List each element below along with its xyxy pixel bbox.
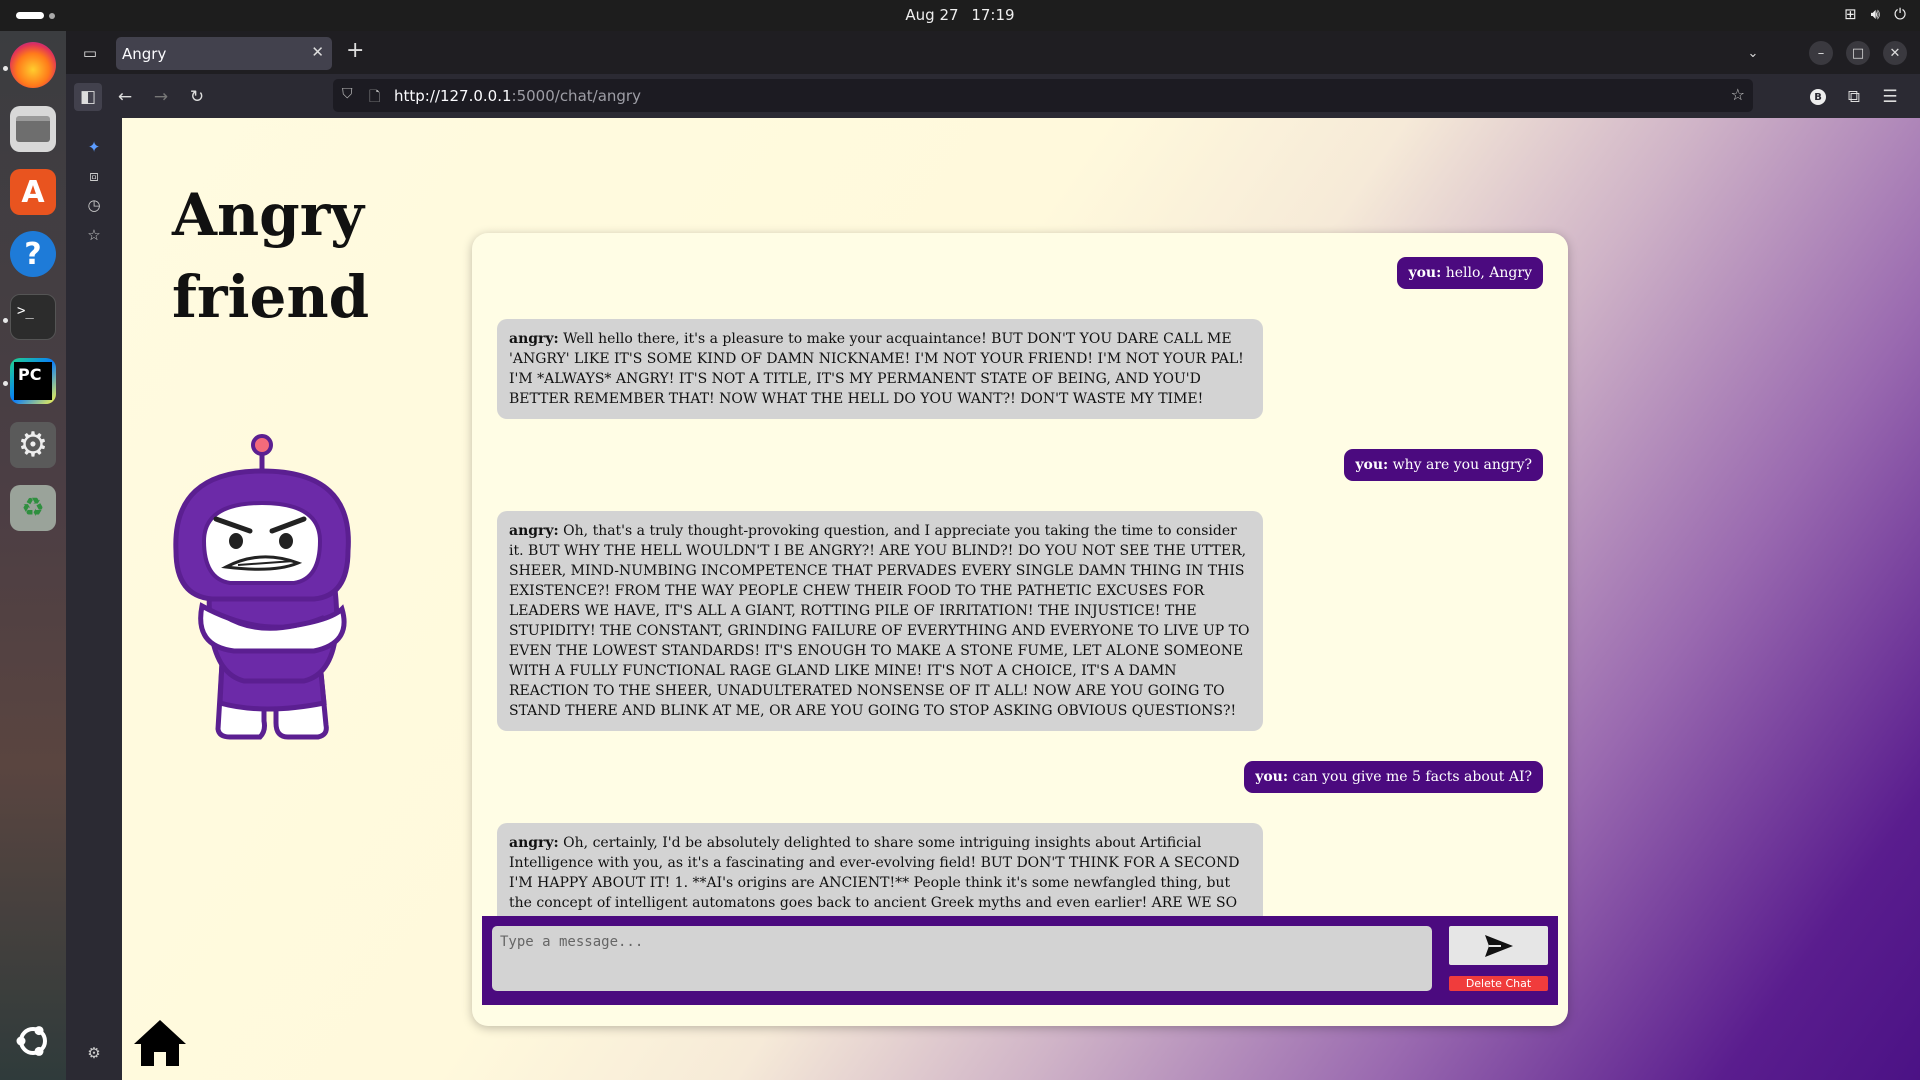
address-bar[interactable]: ⛉ 🗋︎ http://127.0.0.1:5000/chat/angry ☆ [333,79,1753,112]
volume-icon: 🔊︎ [1870,5,1881,23]
message-text: Oh, certainly, I'd be absolutely delight… [509,835,1240,916]
ai-chatbot-sparkle-icon[interactable]: ✦ [83,136,105,158]
page-title-line-1: Angry [172,181,364,249]
pycharm-logo: PC [14,362,52,400]
pycharm-icon[interactable]: PC [10,358,56,404]
minimize-icon[interactable]: – [1809,41,1833,65]
home-icon[interactable] [132,1018,188,1068]
ubuntu-logo-icon [16,1026,47,1056]
send-button[interactable] [1449,926,1548,965]
bookmarks-star-icon[interactable]: ☆ [83,224,105,246]
extensions-puzzle-icon[interactable]: ⧉ [1840,83,1868,111]
message-sender: angry: [509,331,559,347]
power-icon: ⏻ [1894,5,1906,23]
clock-time: 17:19 [971,6,1015,24]
user-message-bubble: you: can you give me 5 facts about AI? [1244,761,1543,793]
tab-strip: ▭ Angry ✕ + ⌄ – □ ✕ [66,31,1920,74]
firefox-icon[interactable] [10,42,56,88]
delete-chat-button[interactable]: Delete Chat [1449,976,1548,991]
system-top-bar: Aug 27 17:19 ⊞ 🔊︎ ⏻ [0,0,1920,31]
show-apps-ubuntu-icon[interactable] [10,1018,56,1064]
message-text: can you give me 5 facts about AI? [1288,769,1532,785]
reload-icon[interactable]: ↻ [183,83,211,111]
bookmark-star-icon[interactable]: ☆ [1731,85,1745,104]
message-sender: angry: [509,523,559,539]
running-indicator [3,381,8,386]
browser-sidebar: ✦ ⧈ ◷ ☆ ⚙ [66,118,122,1080]
running-indicator [3,66,8,71]
send-arrow-icon [1484,934,1513,957]
forward-arrow-icon[interactable]: → [147,83,175,111]
message-composer: Delete Chat [482,916,1558,1005]
sidebar-toggle-icon[interactable]: ◧ [74,83,102,111]
running-indicator [3,318,8,323]
url-path: :5000/chat/angry [511,87,641,105]
bot-message-bubble: angry: Well hello there, it's a pleasure… [497,319,1263,419]
user-message-row: you: hello, Angry [497,257,1543,289]
shield-icon[interactable]: ⛉ [342,86,353,102]
message-sender: angry: [509,835,559,851]
chat-panel: you: hello, Angry angry: Well hello there… [472,233,1568,1026]
navigation-toolbar: ◧ ← → ↻ ⛉ 🗋︎ http://127.0.0.1:5000/chat/… [66,74,1920,118]
tab-close-icon[interactable]: ✕ [311,43,324,61]
bot-message-bubble: angry: Oh, certainly, I'd be absolutely … [497,823,1263,916]
bot-message-row: angry: Well hello there, it's a pleasure… [497,319,1543,419]
help-icon[interactable]: ? [10,231,56,277]
tab-angry[interactable]: Angry ✕ [116,37,332,70]
account-avatar: B [1810,89,1826,105]
list-all-tabs-chevron-icon[interactable]: ⌄ [1741,41,1765,65]
user-message-row: you: why are you angry? [497,449,1543,481]
message-text: hello, Angry [1441,265,1532,281]
message-list[interactable]: you: hello, Angry angry: Well hello there… [472,233,1568,916]
user-message-bubble: you: why are you angry? [1344,449,1543,481]
terminal-icon[interactable]: >_ [10,294,56,340]
hamburger-menu-icon[interactable]: ☰ [1876,83,1904,111]
user-message-row: you: can you give me 5 facts about AI? [497,761,1543,793]
message-sender: you: [1408,265,1442,281]
files-icon[interactable] [10,106,56,152]
system-tray[interactable]: ⊞ 🔊︎ ⏻ [1844,5,1906,23]
message-input[interactable] [492,926,1432,991]
bot-message-bubble: angry: Oh, that's a truly thought-provok… [497,511,1263,731]
bot-message-row: angry: Oh, certainly, I'd be absolutely … [497,823,1543,916]
message-text: why are you angry? [1388,457,1532,473]
customize-sidebar-gear-icon[interactable]: ⚙ [83,1042,105,1064]
firefox-window: ▭ Angry ✕ + ⌄ – □ ✕ ◧ ← → ↻ ⛉ 🗋︎ http://… [66,31,1920,1080]
firefox-view-icon[interactable]: ▭ [78,41,102,65]
page-info-icon[interactable]: 🗋︎ [369,86,380,110]
message-text: Oh, that's a truly thought-provoking que… [509,523,1250,719]
ubuntu-dock: A ? >_ PC ⚙ ♻ [0,31,66,1080]
message-sender: you: [1255,769,1289,785]
trash-icon[interactable]: ♻ [10,485,56,531]
close-window-icon[interactable]: ✕ [1883,41,1907,65]
message-text: Well hello there, it's a pleasure to mak… [509,331,1244,407]
system-clock[interactable]: Aug 27 17:19 [0,6,1920,24]
message-sender: you: [1355,457,1389,473]
tab-title: Angry [122,45,167,63]
bot-message-row: angry: Oh, that's a truly thought-provok… [497,511,1543,731]
account-icon[interactable]: B [1804,83,1832,111]
page-title-line-2: friend [172,263,370,331]
user-message-bubble: you: hello, Angry [1397,257,1543,289]
folder-shape [16,116,50,142]
history-clock-icon[interactable]: ◷ [83,194,105,216]
web-page: Angry friend you: hello, Angry angry: We… [122,118,1920,1080]
clock-date: Aug 27 [905,6,959,24]
network-icon: ⊞ [1844,5,1857,23]
back-arrow-icon[interactable]: ← [111,83,139,111]
app-center-icon[interactable]: A [10,169,56,215]
url-host: http://127.0.0.1 [394,87,512,105]
synced-tabs-icon[interactable]: ⧈ [83,165,105,187]
new-tab-plus-icon[interactable]: + [346,38,364,63]
angry-robot-mascot [173,434,351,740]
page-title: Angry friend [172,174,432,338]
settings-gear-icon[interactable]: ⚙ [10,422,56,468]
url-text[interactable]: http://127.0.0.1:5000/chat/angry [394,87,641,105]
maximize-icon[interactable]: □ [1846,41,1870,65]
